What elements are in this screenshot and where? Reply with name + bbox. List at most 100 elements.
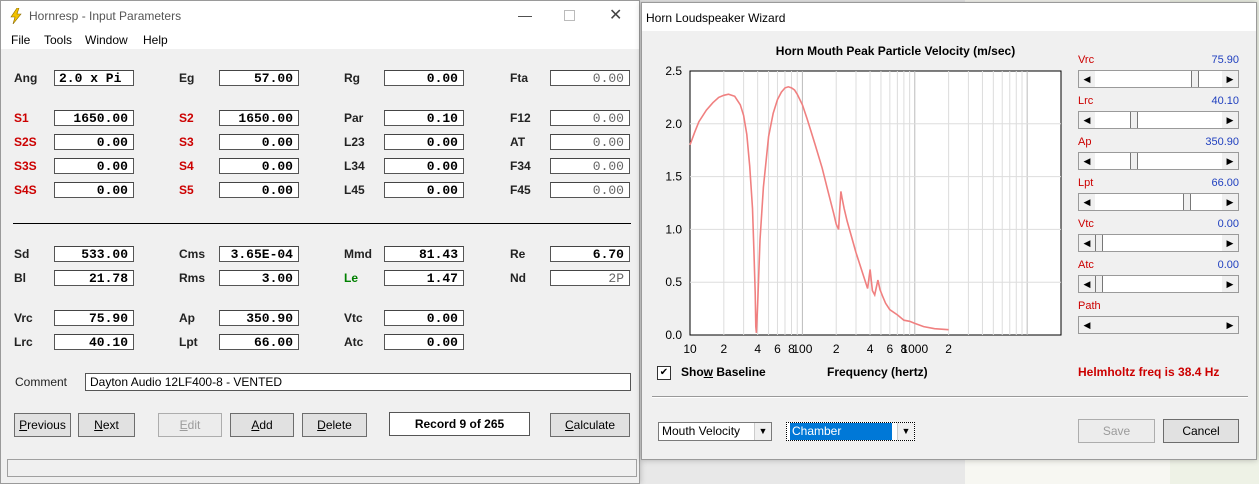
previous-button[interactable]: Previous — [14, 413, 71, 437]
add-button[interactable]: Add — [230, 413, 294, 437]
slider-lrc[interactable]: ◀ ▶ — [1078, 111, 1239, 129]
slider-value-lrc: 40.10 — [1211, 95, 1239, 107]
y-tick-label: 0.5 — [665, 275, 682, 289]
menu-help[interactable]: Help — [143, 33, 168, 47]
delete-button[interactable]: Delete — [302, 413, 367, 437]
cancel-button[interactable]: Cancel — [1163, 419, 1239, 443]
param-field-f34[interactable]: 0.00 — [550, 158, 630, 174]
param-field-s1[interactable]: 1650.00 — [54, 110, 134, 126]
param-label-s2: S2 — [179, 111, 194, 125]
edit-button[interactable]: Edit — [158, 413, 222, 437]
maximize-icon[interactable] — [564, 10, 575, 21]
param-field-sd[interactable]: 533.00 — [54, 246, 134, 262]
param-field-lrc[interactable]: 40.10 — [54, 334, 134, 350]
param-label-f12: F12 — [510, 111, 531, 125]
left-arrow-icon[interactable]: ◀ — [1079, 71, 1095, 87]
param-field-cms[interactable]: 3.65E-04 — [219, 246, 299, 262]
right-arrow-icon[interactable]: ▶ — [1222, 153, 1238, 169]
param-field-fta[interactable]: 0.00 — [550, 70, 630, 86]
param-field-l23[interactable]: 0.00 — [384, 134, 464, 150]
chart-title: Horn Mouth Peak Particle Velocity (m/sec… — [776, 44, 1015, 58]
param-field-f12[interactable]: 0.00 — [550, 110, 630, 126]
param-label-lrc: Lrc — [14, 335, 33, 349]
param-field-nd[interactable]: 2P — [550, 270, 630, 286]
right-arrow-icon[interactable]: ▶ — [1222, 235, 1238, 251]
right-arrow-icon[interactable]: ▶ — [1222, 71, 1238, 87]
left-arrow-icon[interactable]: ◀ — [1079, 194, 1095, 210]
param-field-bl[interactable]: 21.78 — [54, 270, 134, 286]
next-button[interactable]: Next — [78, 413, 135, 437]
param-field-s5[interactable]: 0.00 — [219, 182, 299, 198]
param-field-re[interactable]: 6.70 — [550, 246, 630, 262]
param-label-l45: L45 — [344, 183, 365, 197]
param-field-l45[interactable]: 0.00 — [384, 182, 464, 198]
param-field-le[interactable]: 1.47 — [384, 270, 464, 286]
param-field-rms[interactable]: 3.00 — [219, 270, 299, 286]
param-field-rg[interactable]: 0.00 — [384, 70, 464, 86]
param-field-lpt[interactable]: 66.00 — [219, 334, 299, 350]
param-label-rg: Rg — [344, 71, 360, 85]
param-field-par[interactable]: 0.10 — [384, 110, 464, 126]
left-arrow-icon[interactable]: ◀ — [1079, 235, 1095, 251]
param-label-eg: Eg — [179, 71, 195, 85]
y-tick-label: 2.5 — [665, 64, 682, 78]
left-arrow-icon[interactable]: ◀ — [1079, 112, 1095, 128]
param-field-at[interactable]: 0.00 — [550, 134, 630, 150]
param-field-atc[interactable]: 0.00 — [384, 334, 464, 350]
param-field-s3[interactable]: 0.00 — [219, 134, 299, 150]
param-label-ap: Ap — [179, 311, 195, 325]
chamber-dropdown-value: Chamber — [790, 423, 892, 440]
left-arrow-icon[interactable]: ◀ — [1079, 317, 1095, 333]
param-field-s3s[interactable]: 0.00 — [54, 158, 134, 174]
menu-tools[interactable]: Tools — [44, 33, 72, 47]
calculate-button[interactable]: Calculate — [550, 413, 630, 437]
slider-vtc[interactable]: ◀ ▶ — [1078, 234, 1239, 252]
slider-atc[interactable]: ◀ ▶ — [1078, 275, 1239, 293]
slider-path[interactable]: ◀ ▶ — [1078, 316, 1239, 334]
param-field-f45[interactable]: 0.00 — [550, 182, 630, 198]
chamber-dropdown[interactable]: Chamber ▼ — [786, 422, 915, 441]
param-field-ap[interactable]: 350.90 — [219, 310, 299, 326]
left-arrow-icon[interactable]: ◀ — [1079, 153, 1095, 169]
x-tick-label: 2 — [945, 342, 952, 353]
slider-thumb[interactable] — [1191, 71, 1199, 87]
left-arrow-icon[interactable]: ◀ — [1079, 276, 1095, 292]
param-field-eg[interactable]: 57.00 — [219, 70, 299, 86]
chevron-down-icon[interactable]: ▼ — [754, 423, 771, 440]
chevron-down-icon[interactable]: ▼ — [897, 423, 914, 440]
right-arrow-icon[interactable]: ▶ — [1222, 194, 1238, 210]
param-field-s2s[interactable]: 0.00 — [54, 134, 134, 150]
y-tick-label: 1.5 — [665, 170, 682, 184]
show-baseline-label[interactable]: Show Baseline — [681, 365, 766, 379]
param-field-s2[interactable]: 1650.00 — [219, 110, 299, 126]
close-icon[interactable]: ✕ — [609, 5, 622, 25]
menu-window[interactable]: Window — [85, 33, 128, 47]
x-tick-label: 1000 — [901, 342, 928, 353]
x-tick-label: 10 — [683, 342, 697, 353]
slider-vrc[interactable]: ◀ ▶ — [1078, 70, 1239, 88]
right-arrow-icon[interactable]: ▶ — [1222, 276, 1238, 292]
param-field-s4[interactable]: 0.00 — [219, 158, 299, 174]
param-field-s4s[interactable]: 0.00 — [54, 182, 134, 198]
param-label-mmd: Mmd — [344, 247, 372, 261]
slider-thumb[interactable] — [1130, 153, 1138, 169]
param-field-vrc[interactable]: 75.90 — [54, 310, 134, 326]
right-arrow-icon[interactable]: ▶ — [1222, 317, 1238, 333]
param-field-ang[interactable]: 2.0 x Pi — [54, 70, 134, 86]
save-button[interactable]: Save — [1078, 419, 1155, 443]
minimize-icon[interactable]: — — [518, 7, 532, 23]
right-arrow-icon[interactable]: ▶ — [1222, 112, 1238, 128]
menu-file[interactable]: File — [11, 33, 30, 47]
slider-thumb[interactable] — [1183, 194, 1191, 210]
param-field-l34[interactable]: 0.00 — [384, 158, 464, 174]
slider-thumb[interactable] — [1095, 276, 1103, 292]
slider-thumb[interactable] — [1130, 112, 1138, 128]
mode-dropdown[interactable]: Mouth Velocity ▼ — [658, 422, 772, 441]
slider-lpt[interactable]: ◀ ▶ — [1078, 193, 1239, 211]
param-field-vtc[interactable]: 0.00 — [384, 310, 464, 326]
show-baseline-checkbox[interactable]: ✔ — [657, 366, 671, 380]
comment-input[interactable]: Dayton Audio 12LF400-8 - VENTED — [85, 373, 631, 391]
slider-thumb[interactable] — [1095, 235, 1103, 251]
param-field-mmd[interactable]: 81.43 — [384, 246, 464, 262]
slider-ap[interactable]: ◀ ▶ — [1078, 152, 1239, 170]
